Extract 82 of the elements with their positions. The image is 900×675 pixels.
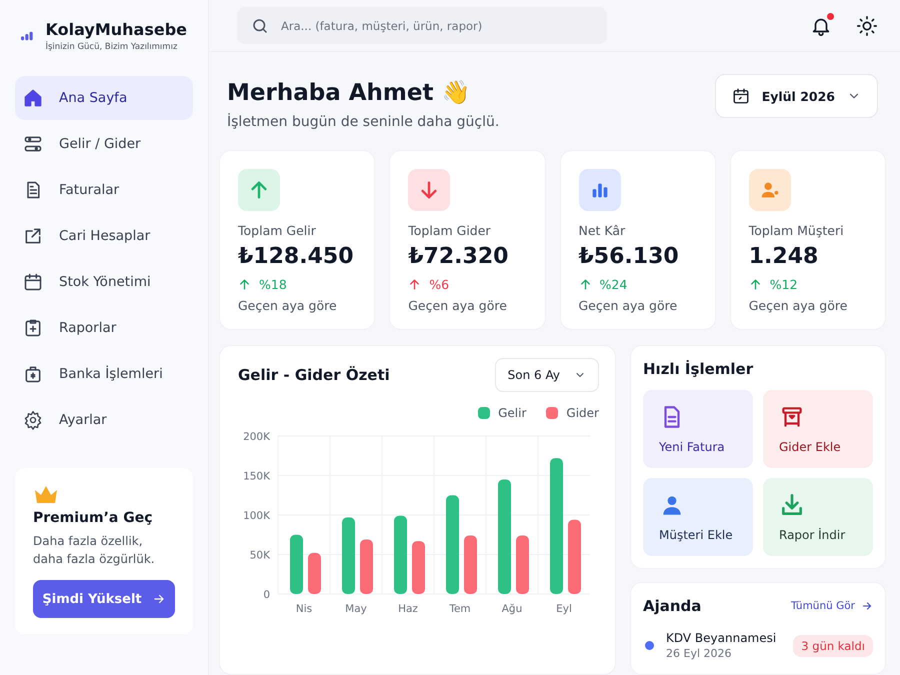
arrow-right-icon — [861, 600, 873, 612]
agenda-title: Ajanda — [643, 597, 702, 615]
up-arrow-icon — [748, 278, 762, 291]
see-all-link[interactable]: Tümünü Gör — [790, 600, 873, 612]
stat-change: %24 — [600, 277, 628, 292]
greeting-subtitle: İşletmen bugün de seninle daha güçlü. — [227, 114, 500, 130]
axis-label: 150K — [243, 470, 270, 482]
stat-value: 1.248 — [748, 244, 818, 269]
home-icon — [23, 88, 43, 108]
calendar-icon — [732, 87, 750, 105]
stat-note: Geçen aya göre — [238, 298, 337, 313]
stat-value: ₺56.130 — [578, 244, 679, 269]
stat-note: Geçen aya göre — [748, 298, 848, 313]
arrow-right-icon — [152, 592, 166, 606]
stat-label: Toplam Gelir — [238, 223, 316, 238]
sliders-icon — [23, 134, 43, 154]
stat-label: Toplam Gider — [408, 223, 491, 238]
axis-label: Tem — [449, 603, 471, 615]
agenda-item-date: 26 Eyl 2026 — [666, 647, 733, 660]
axis-label: Haz — [398, 603, 418, 615]
crown-icon — [33, 484, 59, 504]
axis-label: Ağu — [502, 603, 522, 615]
up-arrow-icon — [238, 278, 251, 291]
axis-label: Nis — [296, 603, 312, 615]
agenda-item-title: KDV Beyannamesi — [666, 631, 776, 645]
bar — [360, 540, 373, 594]
search-icon — [251, 17, 269, 35]
axis-label: 50K — [250, 550, 270, 562]
sidebar-item[interactable]: Ayarlar — [15, 398, 193, 442]
legend-label: Gelir — [498, 406, 526, 420]
quick-action-button[interactable]: Rapor İndir — [763, 478, 873, 556]
axis-label: 0 — [263, 589, 270, 601]
bar — [516, 536, 529, 594]
stat-change: %12 — [770, 277, 798, 292]
up-arrow-icon — [578, 278, 592, 291]
days-left-badge: 3 gün kaldı — [793, 634, 873, 656]
axis-label: 200K — [243, 431, 270, 443]
quick-action-button[interactable]: Müşteri Ekle — [643, 478, 753, 556]
sidebar-item[interactable]: Ana Sayfa — [15, 76, 193, 120]
stat-change: %18 — [259, 277, 287, 292]
sidebar-item[interactable]: Cari Hesaplar — [15, 214, 193, 258]
stat-value: ₺128.450 — [238, 244, 354, 269]
gear-icon — [23, 410, 43, 430]
premium-title: Premium’a Geç — [33, 510, 154, 526]
sidebar-item[interactable]: Gelir / Gider — [15, 122, 193, 166]
sidebar-item[interactable]: Stok Yönetimi — [15, 260, 193, 304]
quick-action-button[interactable]: Yeni Fatura — [643, 390, 753, 468]
quick-actions-title: Hızlı İşlemler — [643, 360, 754, 378]
briefcase-icon — [23, 364, 43, 384]
greeting-title: Merhaba Ahmet 👋 — [227, 79, 472, 106]
stat-note: Geçen aya göre — [578, 298, 678, 313]
sidebar-item[interactable]: Faturalar — [15, 168, 193, 212]
upgrade-button[interactable]: Şimdi Yükselt — [33, 580, 175, 618]
bar — [290, 534, 303, 594]
period-dropdown[interactable]: Eylül 2026 — [714, 74, 878, 118]
stat-value: ₺72.320 — [408, 244, 508, 269]
brand-tagline: İşinizin Gücü, Bizim Yazılımımız — [45, 42, 178, 52]
stat-label: Net Kâr — [578, 223, 626, 238]
legend-label: Gider — [566, 406, 599, 420]
stat-change: %6 — [429, 277, 450, 292]
bar — [464, 536, 477, 594]
search-field[interactable]: Ara... (fatura, müşteri, ürün, rapor) — [237, 7, 607, 44]
premium-text: Daha fazla özellik, daha fazla özgürlük. — [33, 533, 156, 568]
share-icon — [23, 226, 43, 246]
axis-label: May — [345, 603, 367, 615]
stat-note: Geçen aya göre — [408, 298, 507, 313]
bar — [308, 552, 321, 594]
sidebar-item[interactable]: Raporlar — [15, 306, 193, 350]
range-dropdown[interactable]: Son 6 Ay — [494, 358, 599, 392]
sun-icon — [856, 14, 878, 36]
stat-label: Toplam Müşteri — [748, 223, 844, 238]
clipboard-icon — [23, 318, 43, 338]
axis-label: 100K — [243, 510, 270, 522]
brand-name: KolayMuhasebe — [45, 20, 187, 39]
up-arrow-icon — [408, 278, 422, 291]
axis-label: Eyl — [556, 603, 572, 615]
chart-title: Gelir - Gider Özeti — [238, 366, 390, 384]
bar — [412, 541, 425, 594]
quick-action-button[interactable]: Gider Ekle — [763, 390, 873, 468]
sidebar-item[interactable]: Banka İşlemleri — [15, 352, 193, 396]
download-icon — [779, 492, 805, 518]
calendar-icon — [23, 272, 43, 292]
